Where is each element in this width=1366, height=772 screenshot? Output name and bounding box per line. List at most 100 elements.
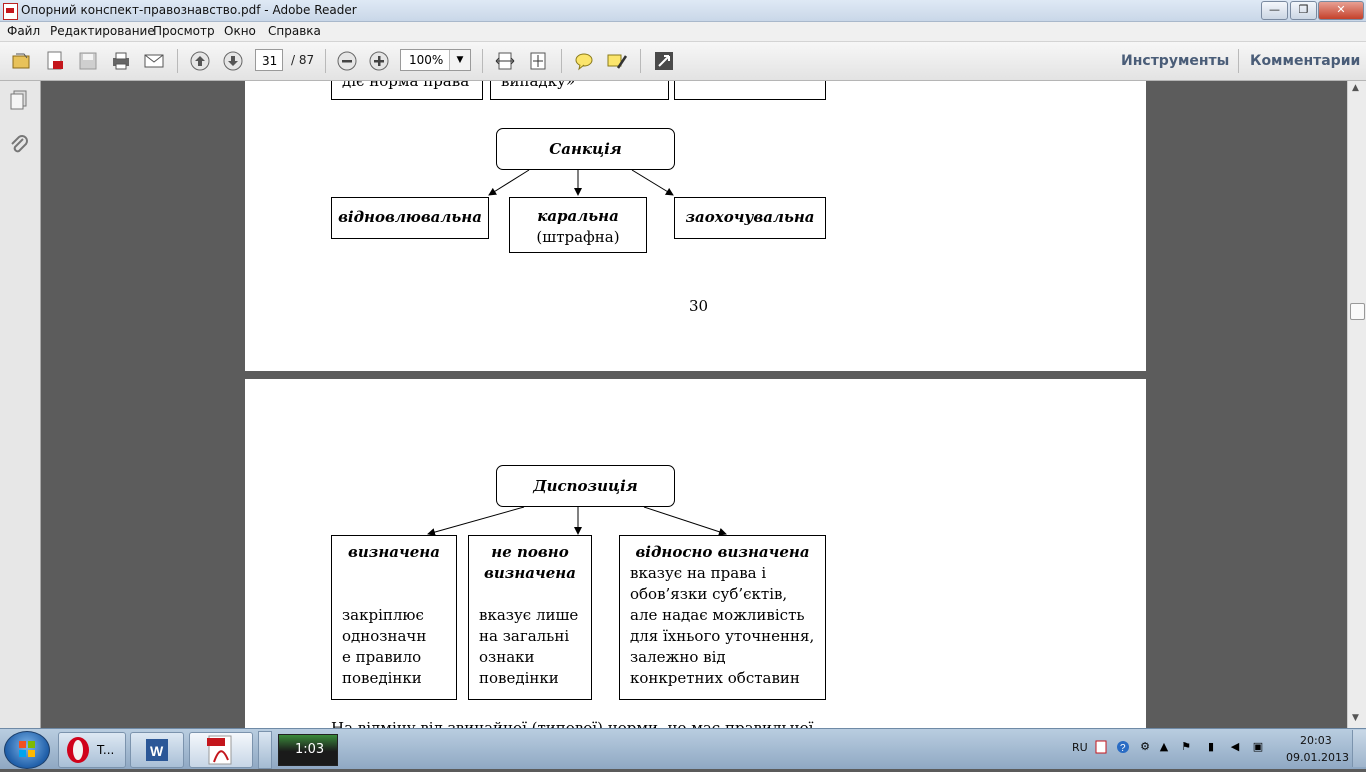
disposition-type-label: визначена bbox=[484, 564, 576, 582]
zoom-in-button[interactable] bbox=[366, 49, 392, 73]
comment-bubble-icon bbox=[575, 53, 593, 71]
zoom-out-button[interactable] bbox=[334, 49, 360, 73]
disposition-type-box: не повно визначена вказує лише на загаль… bbox=[468, 535, 592, 700]
sanction-type-sublabel: (штрафна) bbox=[536, 228, 620, 246]
page-number-input[interactable]: 31 bbox=[255, 49, 283, 71]
title-bar: Опорний конспект-правознавство.pdf - Ado… bbox=[0, 0, 1366, 22]
body-text: На відміну від звичайної (типової) норми… bbox=[331, 719, 814, 728]
maximize-button[interactable]: ❐ bbox=[1290, 1, 1317, 20]
windows-logo-icon bbox=[19, 741, 35, 757]
create-pdf-icon bbox=[47, 51, 63, 70]
taskbar-clock-app[interactable]: 1:03 bbox=[278, 734, 338, 766]
network-icon[interactable]: ▣ bbox=[1251, 740, 1265, 754]
description-line: е правило bbox=[342, 648, 422, 666]
description-line: для їхнього уточнення, bbox=[630, 627, 815, 645]
language-indicator[interactable]: RU bbox=[1072, 741, 1088, 754]
sticky-note-button[interactable] bbox=[571, 49, 597, 73]
volume-icon[interactable]: ◀ bbox=[1228, 740, 1242, 754]
description-line: однозначн bbox=[342, 627, 427, 645]
disposition-type-box: відносно визначена вказує на права і обо… bbox=[619, 535, 826, 700]
menu-bar: Файл Редактирование Просмотр Окно Справк… bbox=[0, 22, 1366, 42]
taskbar-opera[interactable]: T... bbox=[58, 732, 126, 768]
show-hidden-icons-icon[interactable]: ▲ bbox=[1157, 740, 1171, 754]
battery-icon[interactable]: ▮ bbox=[1204, 740, 1218, 754]
chevron-down-icon[interactable]: ▼ bbox=[449, 50, 470, 70]
close-button[interactable]: ✕ bbox=[1318, 1, 1364, 20]
next-page-button[interactable] bbox=[220, 49, 246, 73]
taskbar: T... W 1:03 RU ? ⚙ ▲ ⚑ ▮ ◀ ▣ 20:03 09.01… bbox=[0, 728, 1366, 769]
description-line: поведінки bbox=[342, 669, 422, 687]
taskbar-word[interactable]: W bbox=[130, 732, 184, 768]
scroll-down-icon[interactable]: ▼ bbox=[1352, 713, 1359, 723]
navigation-pane bbox=[0, 81, 41, 728]
expand-icon bbox=[655, 52, 673, 70]
pdf-page-30: діє норма права випадку» Санкція відновл… bbox=[245, 81, 1146, 371]
floppy-disk-icon bbox=[79, 52, 97, 70]
tools-pane-button[interactable]: Инструменты bbox=[1121, 53, 1229, 69]
menu-help[interactable]: Справка bbox=[268, 24, 321, 38]
zoom-value: 100% bbox=[409, 53, 444, 67]
word-icon: W bbox=[146, 739, 168, 761]
minimize-button[interactable]: — bbox=[1261, 1, 1288, 20]
show-desktop-button[interactable] bbox=[1352, 730, 1366, 767]
zoom-select[interactable]: 100% ▼ bbox=[400, 49, 471, 71]
description-line: конкретних обставин bbox=[630, 669, 800, 687]
sanction-type-box: заохочувальна bbox=[674, 197, 826, 239]
menu-edit[interactable]: Редактирование bbox=[50, 24, 155, 38]
taskbar-adobe-reader[interactable] bbox=[189, 732, 253, 768]
settings-icon[interactable]: ⚙ bbox=[1138, 740, 1152, 754]
svg-text:?: ? bbox=[1120, 743, 1126, 754]
menu-file[interactable]: Файл bbox=[7, 24, 40, 38]
save-button[interactable] bbox=[75, 49, 101, 73]
previous-page-button[interactable] bbox=[187, 49, 213, 73]
clock-app-label: 1:03 bbox=[295, 742, 325, 757]
start-button[interactable] bbox=[4, 731, 50, 769]
svg-text:W: W bbox=[150, 743, 164, 759]
page-total-label: / 87 bbox=[291, 53, 315, 67]
open-file-button[interactable] bbox=[8, 49, 34, 73]
pdf-tray-icon[interactable] bbox=[1094, 740, 1108, 754]
envelope-icon bbox=[144, 54, 164, 68]
description-line: вказує лише bbox=[479, 606, 579, 624]
highlight-text-button[interactable] bbox=[604, 49, 630, 73]
arrow-down-icon bbox=[223, 51, 243, 71]
scrollbar-thumb[interactable] bbox=[1350, 303, 1365, 320]
full-screen-button[interactable] bbox=[651, 49, 677, 73]
fit-page-icon bbox=[530, 52, 546, 70]
sanction-type-box: відновлювальна bbox=[331, 197, 489, 239]
description-line: закріплює bbox=[342, 606, 424, 624]
document-view[interactable]: діє норма права випадку» Санкція відновл… bbox=[41, 81, 1347, 728]
description-line: але надає можливість bbox=[630, 606, 805, 624]
action-center-flag-icon[interactable]: ⚑ bbox=[1179, 740, 1193, 754]
attachments-button[interactable] bbox=[8, 133, 30, 159]
sanction-type-label: каральна bbox=[537, 207, 619, 225]
print-button[interactable] bbox=[108, 49, 134, 73]
minus-icon bbox=[337, 51, 357, 71]
email-button[interactable] bbox=[141, 49, 167, 73]
printer-icon bbox=[113, 52, 129, 70]
pdf-page-31: Диспозиція визначена закріплює однозначн… bbox=[245, 379, 1146, 728]
sanction-type-box: каральна (штрафна) bbox=[509, 197, 647, 253]
opera-icon bbox=[67, 737, 89, 763]
pages-icon bbox=[10, 90, 27, 110]
scroll-up-icon[interactable]: ▲ bbox=[1352, 83, 1359, 93]
fit-page-button[interactable] bbox=[525, 49, 551, 73]
description-line: вказує на права і bbox=[630, 564, 767, 582]
disposition-type-box: визначена закріплює однозначн е правило … bbox=[331, 535, 457, 700]
toolbar: 31 / 87 100% ▼ Инструменты Комментарии bbox=[0, 42, 1366, 81]
help-icon[interactable]: ? bbox=[1116, 740, 1130, 754]
comments-pane-button[interactable]: Комментарии bbox=[1250, 53, 1360, 69]
clock-date[interactable]: 09.01.2013 bbox=[1286, 751, 1349, 764]
vertical-scrollbar[interactable]: ▲ ▼ bbox=[1347, 81, 1366, 728]
taskbar-scroll[interactable] bbox=[258, 731, 272, 769]
fit-width-button[interactable] bbox=[492, 49, 518, 73]
description-line: обов’язки суб’єктів, bbox=[630, 585, 788, 603]
clock-time[interactable]: 20:03 bbox=[1300, 734, 1332, 747]
menu-view[interactable]: Просмотр bbox=[153, 24, 215, 38]
highlighter-icon bbox=[607, 54, 628, 69]
create-pdf-button[interactable] bbox=[42, 49, 68, 73]
diagram-arrows bbox=[427, 506, 727, 536]
arrow-up-icon bbox=[190, 51, 210, 71]
menu-window[interactable]: Окно bbox=[224, 24, 256, 38]
page-thumbnails-button[interactable] bbox=[8, 89, 30, 115]
